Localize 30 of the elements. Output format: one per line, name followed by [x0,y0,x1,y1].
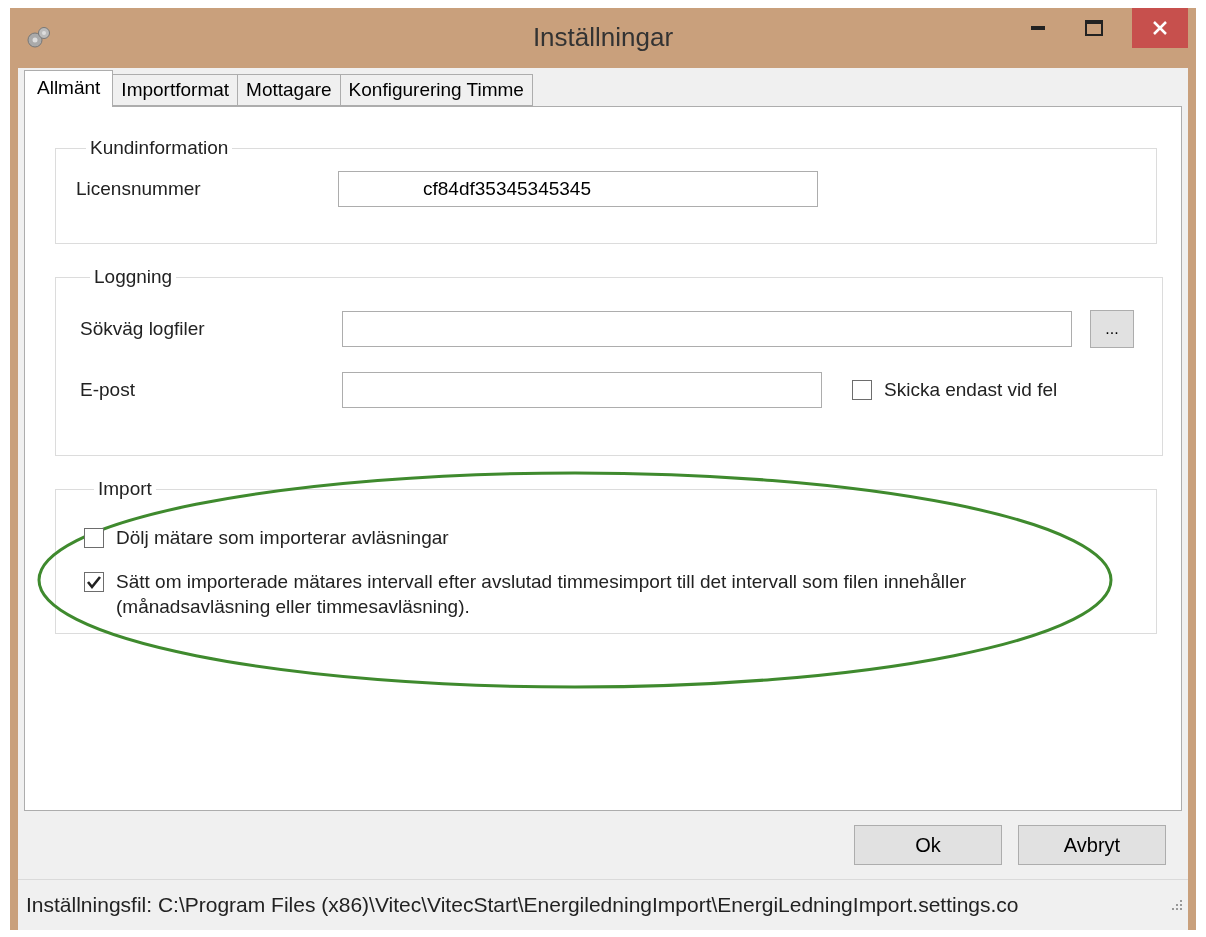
dialog-button[interactable]: Avbryt [1018,825,1166,865]
field-label: Sökväg logfiler [80,318,206,340]
gears-icon [26,26,52,50]
close-button[interactable] [1132,8,1188,48]
checkbox-label: Sätt om importerade mätares intervall efter avslutad timmesimport till det intervall som filen innehåller (månadsavläsning eller timmesavläsning). [116,570,968,619]
checkbox-label: Skicka endast vid fel [884,377,1058,402]
browse-button[interactable]: ... [1090,310,1134,348]
checkbox[interactable] [84,572,104,592]
tab[interactable]: Konfigurering Timme [339,74,533,106]
tab[interactable]: Allmänt [24,70,114,107]
maximize-icon [1085,20,1103,36]
dialog-button[interactable]: Ok [854,825,1002,865]
status-text: Inställningsfil: C:\Program Files (x86)\Vitec\VitecStart\EnergiledningImport\EnergiLedningImport.settings.co [26,893,1019,917]
group-title: Kundinformation [89,137,230,159]
tab[interactable]: Importformat [112,74,239,106]
group-title: Import [97,478,153,500]
window-title: Inställningar [532,22,674,53]
checkbox[interactable] [852,380,872,400]
field-label: Licensnummer [76,178,202,200]
path-field[interactable] [342,311,1072,347]
checkbox-label: Dölj mätare som importerar avläsningar [116,526,449,550]
field-label: E-post [80,379,136,401]
checkbox[interactable] [84,528,104,548]
license-field[interactable]: cf84df35345345345 [338,171,818,207]
email-field[interactable] [342,372,822,408]
close-icon [1152,20,1168,36]
resize-grip-icon[interactable] [1170,898,1184,912]
minimize-icon [1031,26,1045,30]
tab[interactable]: Mottagare [237,74,341,106]
group-title: Loggning [93,266,174,288]
